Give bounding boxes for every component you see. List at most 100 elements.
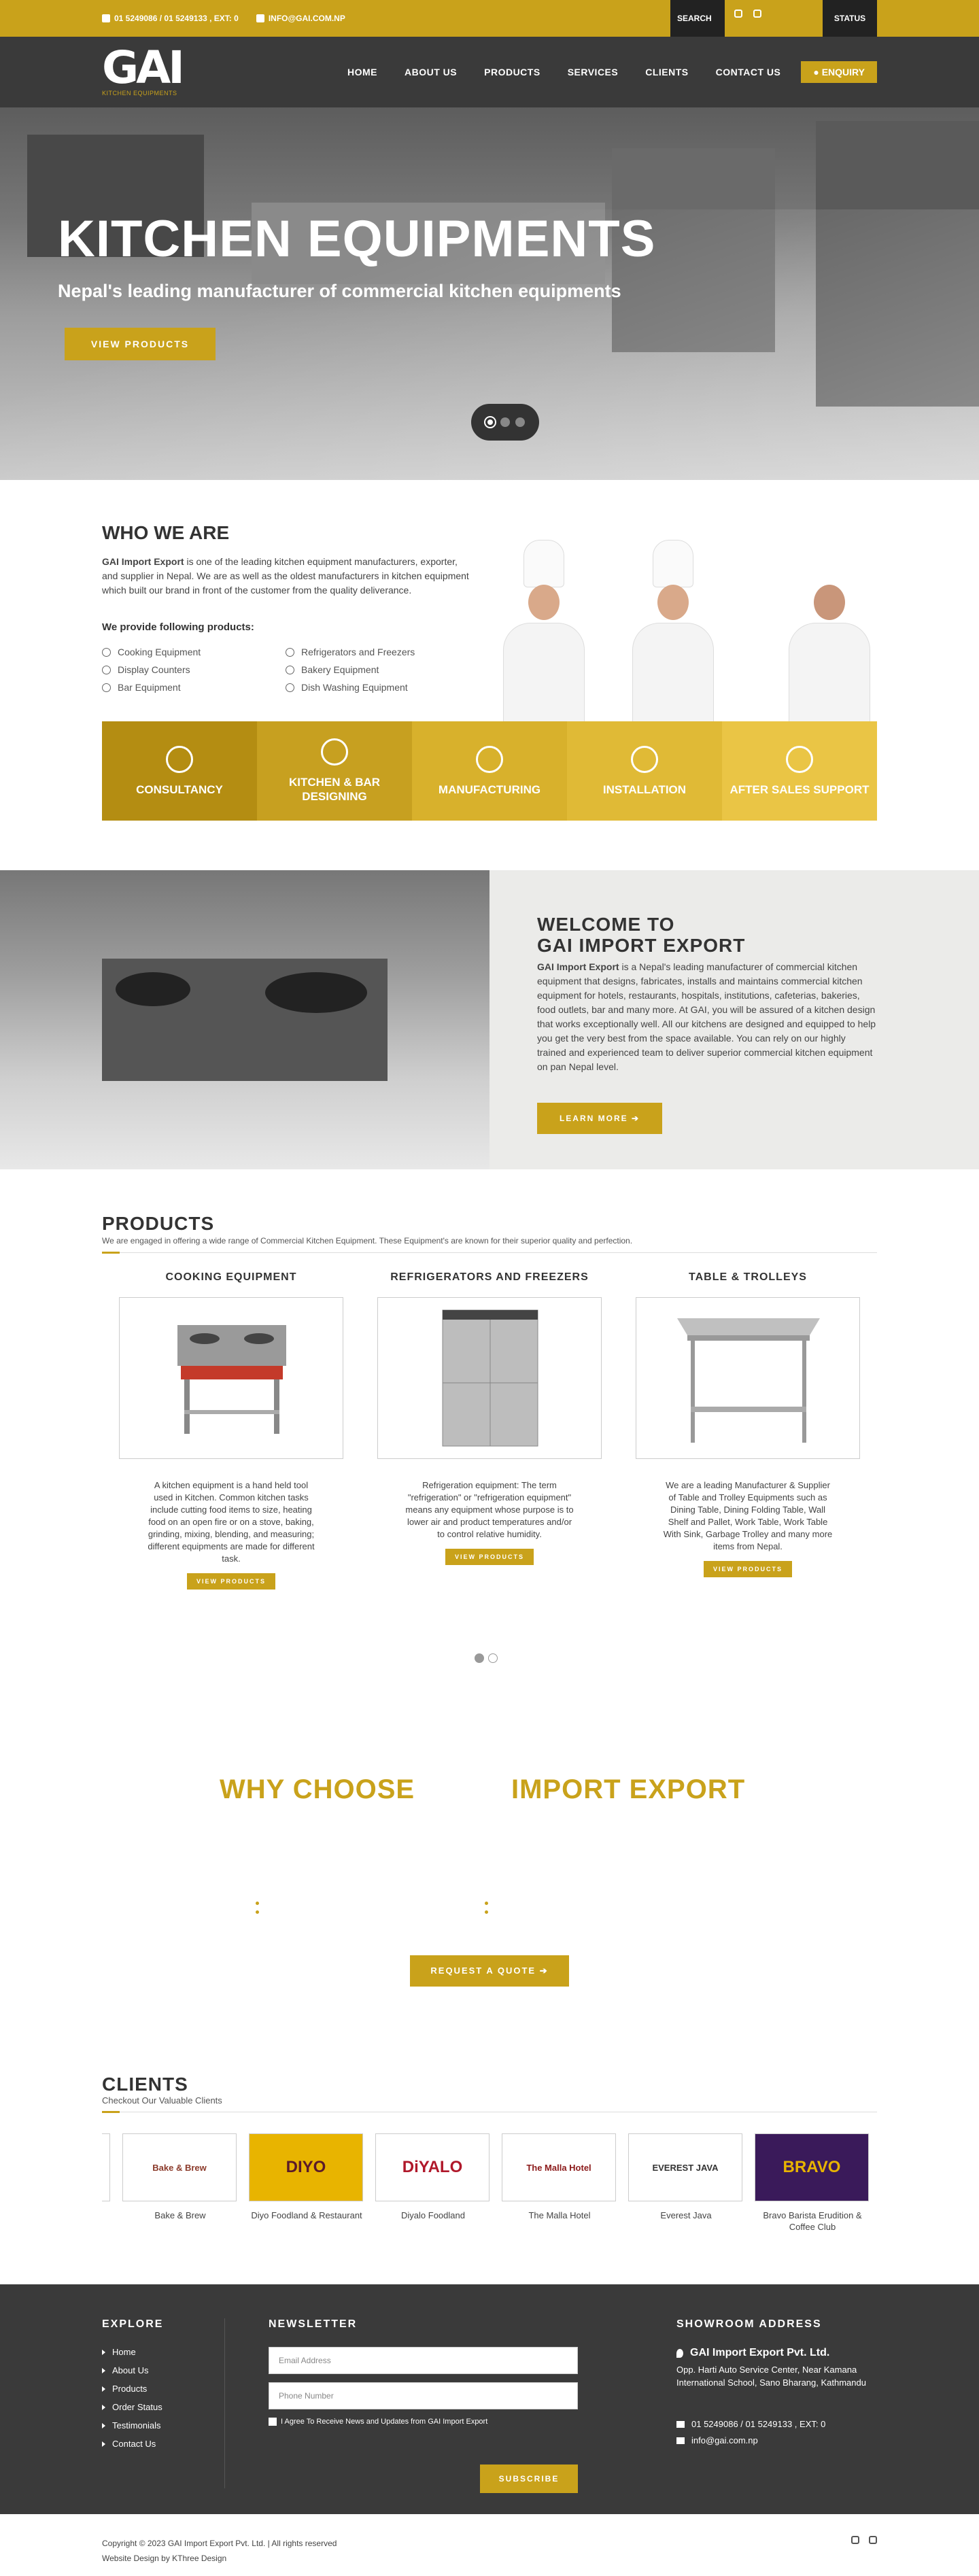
footer-explore-title: EXPLORE (102, 2318, 164, 2330)
refrigerator-illustration (442, 1309, 538, 1447)
footer-contact: 01 5249086 / 01 5249133 , EXT: 0 info@ga… (676, 2416, 880, 2449)
pagination-dot[interactable] (475, 1653, 484, 1663)
design-credit[interactable]: Website Design by KThree Design (102, 2551, 337, 2566)
list-item-label: Bar Equipment (118, 682, 181, 693)
nav-contact-us[interactable]: CONTACT US (716, 67, 781, 78)
topbar-email[interactable]: INFO@GAI.COM.NP (256, 14, 345, 23)
instagram-icon[interactable] (753, 10, 761, 18)
logo[interactable]: GAI KITCHEN EQUIPMENTS (102, 46, 185, 97)
client-item[interactable]: BRAVO Bravo Barista Erudition & Coffee Cl… (755, 2133, 870, 2233)
pagination-dot[interactable] (488, 1653, 498, 1663)
company-name-text: GAI Import Export Pvt. Ltd. (690, 2347, 830, 2358)
copyright: Copyright © 2023 GAI Import Export Pvt. … (102, 2536, 337, 2566)
facebook-icon[interactable] (851, 2536, 859, 2544)
product-title: COOKING EQUIPMENT (165, 1271, 297, 1283)
chef-figure (632, 540, 714, 725)
client-name: The Malla Hotel (528, 2210, 591, 2220)
nav-about-us[interactable]: ABOUT US (405, 67, 457, 78)
footer-link-products[interactable]: Products (102, 2384, 163, 2394)
divider (102, 1252, 877, 1253)
view-products-button[interactable]: VIEW PRODUCTS (703, 1561, 792, 1577)
decor-dot (485, 1902, 488, 1905)
subscribe-button[interactable]: SUBSCRIBE (480, 2465, 578, 2493)
slider-dot[interactable] (515, 417, 525, 427)
newsletter-consent[interactable]: I Agree To Receive News and Updates from… (269, 2418, 578, 2426)
search-button[interactable]: SEARCH (670, 0, 725, 37)
menu: HOME ABOUT US PRODUCTS SERVICES CLIENTS … (347, 61, 877, 83)
service-consultancy[interactable]: CONSULTANCY (102, 721, 257, 821)
enquiry-button[interactable]: ● ENQUIRY (801, 61, 877, 83)
footer-phone[interactable]: 01 5249086 / 01 5249133 , EXT: 0 (676, 2416, 880, 2433)
service-manufacturing[interactable]: MANUFACTURING (412, 721, 567, 821)
slider-dot[interactable] (500, 417, 510, 427)
view-products-button[interactable]: VIEW PRODUCTS (445, 1549, 534, 1565)
map-pin-icon (676, 2348, 683, 2358)
slider-dot[interactable] (485, 417, 495, 427)
nav-clients[interactable]: CLIENTS (645, 67, 688, 78)
copyright-text: Copyright © 2023 GAI Import Export Pvt. … (102, 2539, 337, 2548)
nav-home[interactable]: HOME (347, 67, 377, 78)
facebook-icon[interactable] (734, 10, 742, 18)
product-text: Refrigeration equipment: The term "refri… (405, 1480, 574, 1539)
learn-more-button[interactable]: LEARN MORE ➔ (537, 1103, 662, 1134)
envelope-icon (256, 14, 264, 22)
list-item: Display Counters (102, 664, 286, 675)
footer-email[interactable]: info@gai.com.np (676, 2433, 880, 2449)
footer-link-about[interactable]: About Us (102, 2365, 163, 2375)
footer-divider (224, 2318, 225, 2488)
chat-bubble-icon (166, 745, 193, 773)
client-item[interactable]: DiYALO Diyalo Foodland (375, 2133, 491, 2221)
request-quote-button[interactable]: REQUEST A QUOTE ➔ (410, 1955, 569, 1987)
checkbox[interactable] (269, 2418, 277, 2426)
product-card: REFRIGERATORS AND FREEZERS Refrigeration… (377, 1271, 602, 1565)
footer-link-order-status[interactable]: Order Status (102, 2402, 163, 2412)
divider-accent (102, 1252, 120, 1254)
why-title-right: IMPORT EXPORT (511, 1774, 746, 1804)
client-item[interactable]: The Malla Hotel The Malla Hotel (502, 2133, 617, 2221)
footer-newsletter: NEWSLETTER Email Address Phone Number I … (269, 2318, 578, 2493)
clients-section: CLIENTS Checkout Our Valuable Clients Ba… (0, 2046, 979, 2313)
view-products-button[interactable]: VIEW PRODUCTS (186, 1573, 275, 1590)
footer-link-home[interactable]: Home (102, 2347, 163, 2357)
tools-icon (631, 745, 658, 773)
welcome-title-line2: GAI IMPORT EXPORT (537, 935, 746, 956)
client-item[interactable]: EVEREST JAVA Everest Java (628, 2133, 744, 2221)
client-logo: DIYO (249, 2133, 363, 2201)
clients-title: CLIENTS (102, 2074, 188, 2095)
footer-link-contact[interactable]: Contact Us (102, 2439, 163, 2449)
status-button[interactable]: STATUS (823, 0, 877, 37)
status-label: STATUS (834, 14, 866, 23)
product-image-refrigerator[interactable] (377, 1297, 602, 1459)
hero-view-products-button[interactable]: VIEW PRODUCTS (65, 328, 216, 360)
nav-services[interactable]: SERVICES (568, 67, 619, 78)
service-installation[interactable]: INSTALLATION (567, 721, 722, 821)
footer-link-testimonials[interactable]: Testimonials (102, 2420, 163, 2431)
list-item-label: Dish Washing Equipment (301, 682, 408, 693)
list-item: Dish Washing Equipment (286, 682, 456, 693)
product-card: TABLE & TROLLEYS We are a leading Manufa… (636, 1271, 860, 1577)
service-after-sales-support[interactable]: AFTER SALES SUPPORT (722, 721, 877, 821)
footer-email-text: info@gai.com.np (691, 2435, 758, 2445)
service-kitchen-bar-designing[interactable]: KITCHEN & BAR DESIGNING (257, 721, 412, 821)
phone-icon (676, 2421, 685, 2428)
product-title: REFRIGERATORS AND FREEZERS (390, 1271, 589, 1283)
client-item[interactable]: DIYO Diyo Foodland & Restaurant (249, 2133, 364, 2221)
nav-products[interactable]: PRODUCTS (484, 67, 540, 78)
consent-label: I Agree To Receive News and Updates from… (281, 2418, 488, 2426)
chefs-image (503, 521, 884, 725)
newsletter-phone-field[interactable]: Phone Number (269, 2382, 578, 2409)
client-name: Bravo Barista Erudition & Coffee Club (763, 2210, 862, 2232)
product-image-table[interactable] (636, 1297, 860, 1459)
list-item: Bar Equipment (102, 682, 286, 693)
top-bar: 01 5249086 / 01 5249133 , EXT: 0 INFO@GA… (0, 0, 979, 37)
divider-accent (102, 2111, 120, 2113)
products-title: PRODUCTS (102, 1213, 215, 1234)
check-icon (286, 665, 294, 674)
product-image-cooking[interactable] (119, 1297, 343, 1459)
topbar-phone[interactable]: 01 5249086 / 01 5249133 , EXT: 0 (102, 14, 239, 23)
showroom-title: SHOWROOM ADDRESS (676, 2318, 822, 2330)
newsletter-email-field[interactable]: Email Address (269, 2347, 578, 2374)
instagram-icon[interactable] (869, 2536, 877, 2544)
client-item[interactable]: Bake & Brew Bake & Brew (122, 2133, 238, 2221)
check-icon (102, 665, 111, 674)
